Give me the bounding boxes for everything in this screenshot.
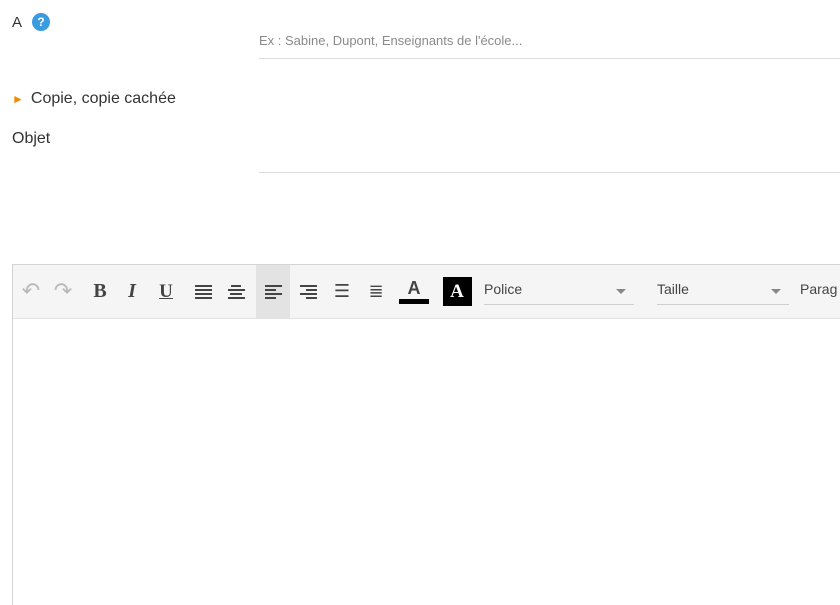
font-family-select[interactable]: Police xyxy=(484,279,634,305)
align-left-icon[interactable] xyxy=(256,265,290,318)
paragraph-format-select[interactable]: Parag xyxy=(800,279,840,305)
to-field-label: A ? xyxy=(12,13,51,31)
align-right-icon[interactable] xyxy=(296,265,320,318)
font-size-select[interactable]: Taille xyxy=(657,279,789,305)
background-color-icon: A xyxy=(442,277,472,306)
cc-bcc-label: Copie, copie cachée xyxy=(30,90,176,107)
caret-right-icon: ► xyxy=(12,92,24,106)
text-color-icon: A xyxy=(407,278,421,298)
paragraph-select-label: Parag xyxy=(800,281,838,297)
message-body-area[interactable] xyxy=(13,319,840,605)
subject-input[interactable] xyxy=(259,128,840,173)
subject-label: Objet xyxy=(12,130,51,147)
help-icon[interactable]: ? xyxy=(32,13,51,31)
cc-bcc-toggle[interactable]: ► Copie, copie cachée xyxy=(12,90,176,108)
bullet-list-icon[interactable]: ☰ xyxy=(330,265,354,318)
chevron-down-icon xyxy=(771,289,781,294)
italic-button[interactable]: I xyxy=(121,265,143,318)
message-editor: ↶ ↷ B I U ☰ ≣ A A Police Taille Parag xyxy=(12,264,840,605)
numbered-list-icon[interactable]: ≣ xyxy=(364,265,388,318)
underline-button[interactable]: U xyxy=(155,265,177,318)
to-label: A xyxy=(12,13,23,31)
font-select-label: Police xyxy=(484,281,523,297)
redo-icon[interactable]: ↷ xyxy=(51,265,75,318)
undo-icon[interactable]: ↶ xyxy=(19,265,43,318)
background-color-button[interactable]: A xyxy=(441,265,473,318)
justify-icon[interactable] xyxy=(191,265,215,318)
recipients-input[interactable] xyxy=(259,22,840,59)
text-color-button[interactable]: A xyxy=(398,265,430,318)
editor-toolbar: ↶ ↷ B I U ☰ ≣ A A Police Taille Parag xyxy=(13,265,840,319)
strikethrough-icon[interactable] xyxy=(223,265,249,318)
text-color-swatch xyxy=(399,299,429,304)
chevron-down-icon xyxy=(616,289,626,294)
size-select-label: Taille xyxy=(657,281,689,297)
bold-button[interactable]: B xyxy=(89,265,111,318)
